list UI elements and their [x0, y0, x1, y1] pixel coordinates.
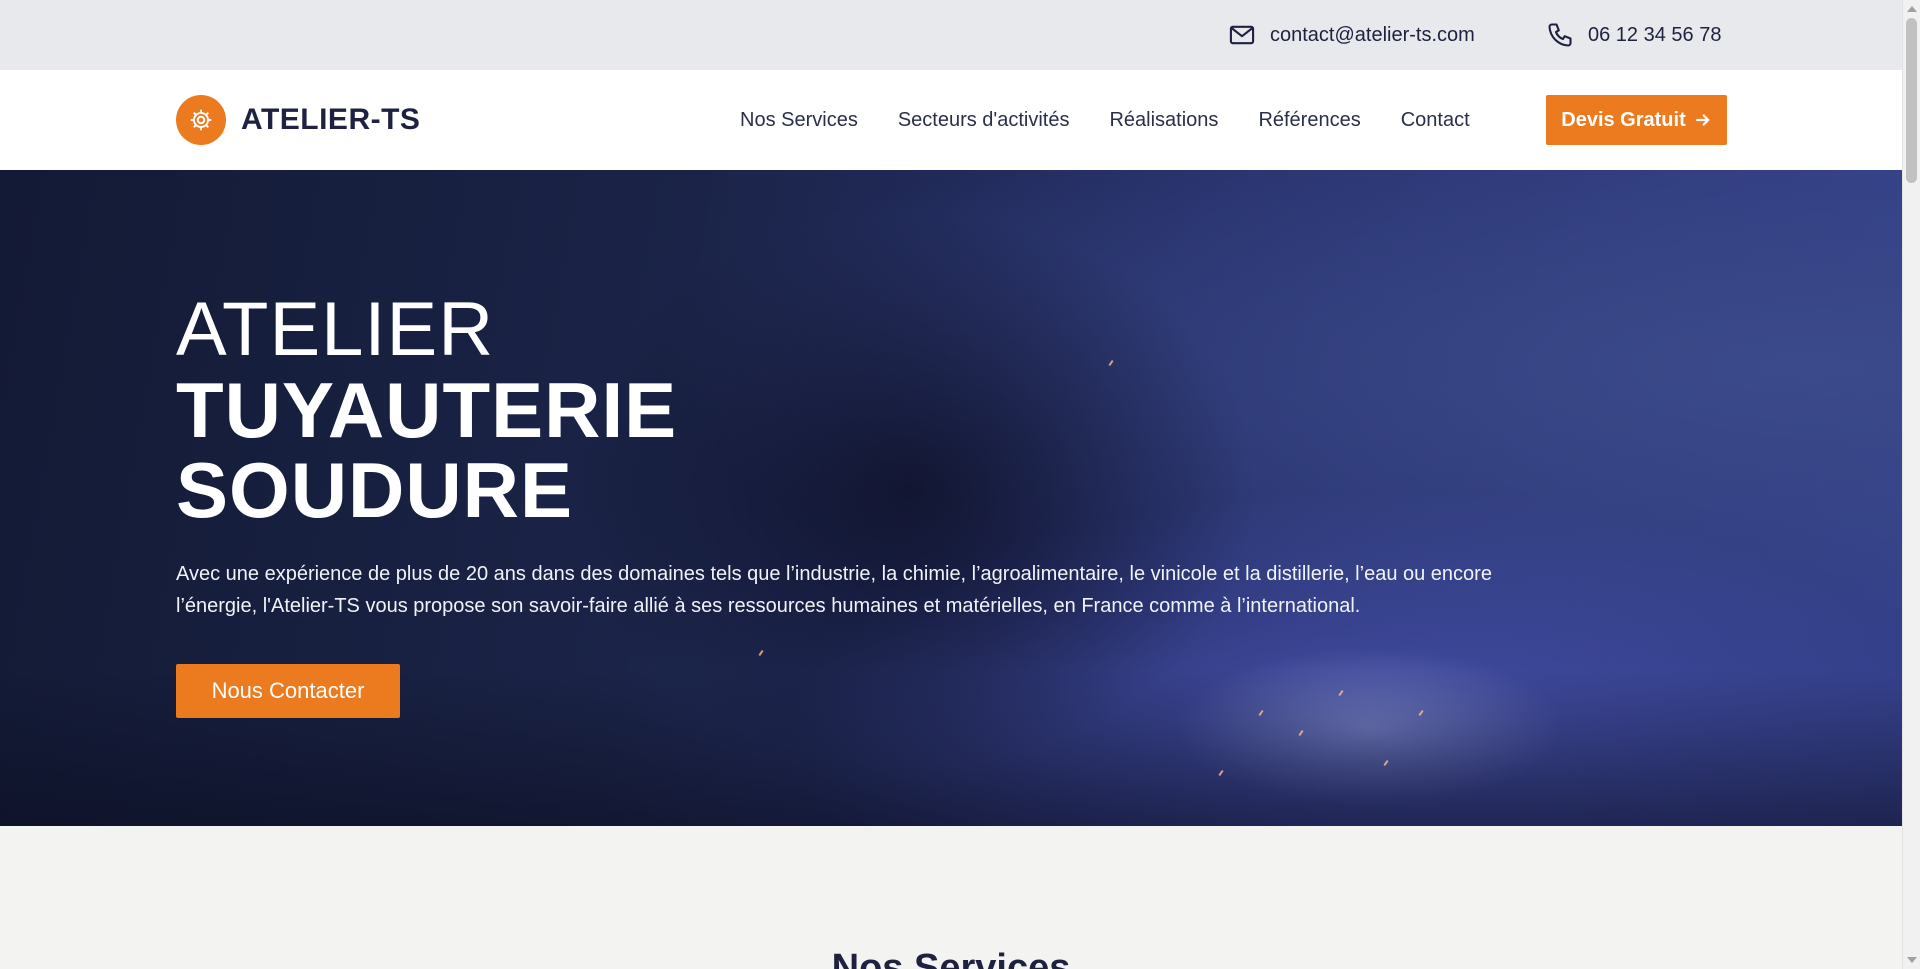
nav-item-realisations[interactable]: Réalisations [1109, 109, 1218, 132]
free-quote-button[interactable]: Devis Gratuit [1546, 95, 1727, 145]
hero-description: Avec une expérience de plus de 20 ans da… [176, 563, 1492, 617]
hero-banner: ATELIER TUYAUTERIE SOUDURE Avec une expé… [0, 170, 1902, 826]
main-nav: Nos Services Secteurs d'activités Réalis… [740, 70, 1510, 170]
phone-text: 06 12 34 56 78 [1588, 23, 1722, 46]
hero-title-line-2: TUYAUTERIE [176, 366, 678, 454]
site-header: ATELIER-TS Nos Services Secteurs d'activ… [0, 70, 1902, 170]
gear-icon [190, 109, 212, 131]
nav-item-contact[interactable]: Contact [1401, 109, 1470, 132]
logo-badge [176, 95, 226, 145]
free-quote-label: Devis Gratuit [1561, 108, 1686, 131]
site-logo[interactable]: ATELIER-TS [176, 70, 420, 170]
phone-icon [1548, 23, 1572, 47]
hero-title-line-3: SOUDURE [176, 446, 574, 534]
services-section-title: Nos Services [831, 947, 1071, 969]
scroll-up-arrow-icon[interactable] [1907, 6, 1917, 12]
email-contact-link[interactable]: contact@atelier-ts.com [1228, 0, 1475, 70]
scroll-down-arrow-icon[interactable] [1907, 957, 1917, 963]
email-text: contact@atelier-ts.com [1270, 23, 1475, 46]
logo-text: ATELIER-TS [241, 103, 421, 136]
mail-icon [1229, 25, 1255, 45]
hero-title-line-1: ATELIER [176, 287, 495, 372]
nav-item-nos-services[interactable]: Nos Services [740, 109, 858, 132]
nav-item-secteurs[interactable]: Secteurs d'activités [898, 109, 1070, 132]
phone-contact-link[interactable]: 06 12 34 56 78 [1546, 0, 1721, 70]
page-scrollbar[interactable] [1902, 0, 1920, 969]
nav-item-references[interactable]: Références [1258, 109, 1360, 132]
contact-us-button[interactable]: Nous Contacter [176, 664, 400, 718]
scroll-thumb[interactable] [1906, 18, 1917, 183]
arrow-right-icon [1695, 114, 1710, 126]
top-contact-bar: contact@atelier-ts.com 06 12 34 56 78 [0, 0, 1902, 70]
hero-content: ATELIER TUYAUTERIE SOUDURE Avec une expé… [176, 290, 1596, 718]
